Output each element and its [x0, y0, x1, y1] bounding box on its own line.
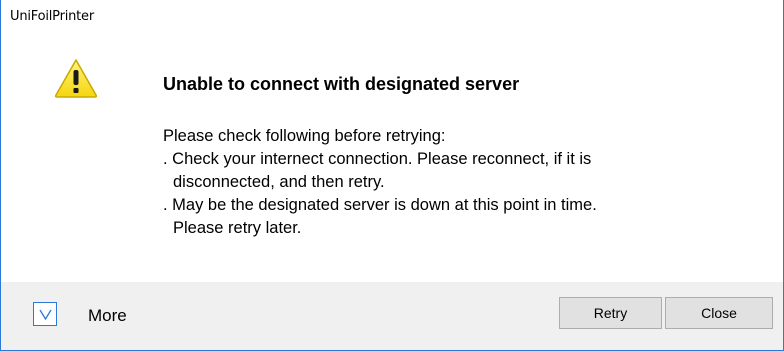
- error-dialog: UniFoilPrinter Unable to connect with de…: [0, 0, 784, 351]
- chevron-down-icon: [39, 309, 52, 320]
- warning-icon: [54, 58, 98, 98]
- message-body: Please check following before retrying: …: [163, 125, 597, 240]
- dialog-footer: More Retry Close: [1, 282, 783, 350]
- message-line: Please retry later.: [173, 219, 302, 237]
- message-heading: Unable to connect with designated server: [163, 74, 520, 94]
- title-bar[interactable]: UniFoilPrinter: [1, 0, 783, 32]
- message-line: Please check following before retrying:: [163, 127, 446, 145]
- window-title: UniFoilPrinter: [10, 9, 95, 24]
- close-button[interactable]: Close: [665, 297, 773, 329]
- message-line: . Check your internect connection. Pleas…: [163, 150, 592, 168]
- retry-button[interactable]: Retry: [559, 297, 662, 329]
- message-line: disconnected, and then retry.: [173, 173, 385, 191]
- expand-details-button[interactable]: [33, 302, 57, 326]
- more-label[interactable]: More: [88, 306, 127, 326]
- message-line: . May be the designated server is down a…: [163, 196, 597, 214]
